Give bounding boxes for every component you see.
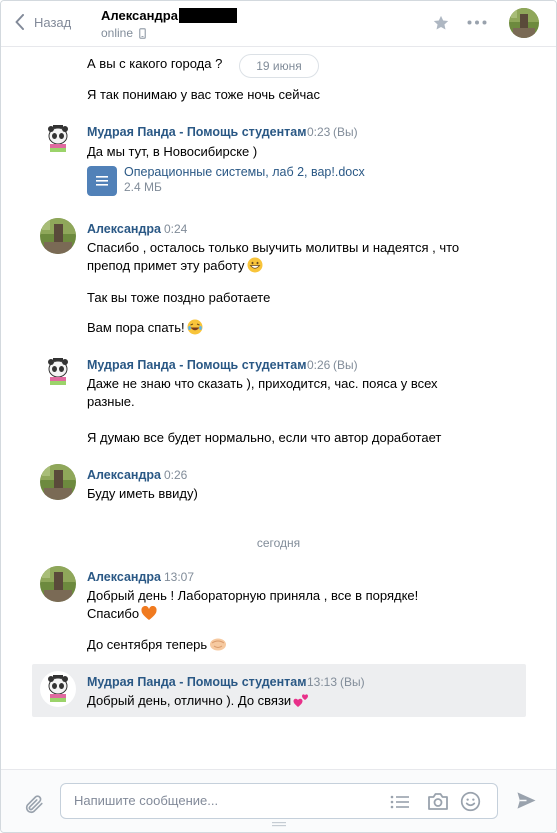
- date-separator: сегодня: [256, 536, 301, 550]
- message-line: препод примет эту работу: [87, 258, 245, 273]
- grinning-emoji-icon: [247, 257, 263, 273]
- message-time[interactable]: 13:13: [307, 675, 337, 689]
- template-list-icon[interactable]: [390, 794, 410, 810]
- mobile-icon: [139, 27, 146, 39]
- message-text: Добрый день ! Лабораторную приняла , все…: [87, 588, 419, 603]
- message-text: До сентября теперь: [87, 636, 227, 653]
- selected-message[interactable]: [32, 664, 526, 717]
- message-author[interactable]: Мудрая Панда - Помощь студентам: [87, 675, 306, 689]
- message-time[interactable]: 0:24: [164, 222, 187, 236]
- message-author[interactable]: Александра: [87, 570, 161, 584]
- message-text: разные.: [87, 394, 135, 409]
- message-text: Так вы тоже поздно работаете: [87, 290, 271, 305]
- attachment-size: 2.4 МБ: [124, 180, 162, 194]
- message-time[interactable]: 0:26: [164, 468, 187, 482]
- message-line: Спасибо: [87, 606, 140, 621]
- contact-message-avatar[interactable]: [40, 566, 76, 602]
- star-icon[interactable]: [432, 14, 450, 32]
- message-author[interactable]: Александра: [87, 468, 161, 482]
- panda-avatar[interactable]: [40, 671, 76, 707]
- message-line: До сентября теперь: [87, 637, 208, 652]
- message-author[interactable]: Мудрая Панда - Помощь студентам: [87, 358, 306, 372]
- camera-icon[interactable]: [427, 792, 449, 811]
- resize-grip-icon[interactable]: [271, 821, 287, 827]
- message-time[interactable]: 0:26: [307, 358, 330, 372]
- message-text: Я думаю все будет нормально, если что ав…: [87, 430, 442, 445]
- status-text: online: [101, 26, 134, 40]
- back-label: Назад: [34, 14, 72, 30]
- message-line: Вам пора спать!: [87, 320, 185, 335]
- message-text: Даже не знаю что сказать ), приходится, …: [87, 376, 438, 391]
- panda-avatar[interactable]: [40, 121, 76, 157]
- message-text: Добрый день, отлично ). До связи: [87, 692, 309, 709]
- contact-message-avatar[interactable]: [40, 218, 76, 254]
- own-message-mark: (Вы): [340, 675, 365, 689]
- send-icon[interactable]: [516, 791, 537, 810]
- document-icon[interactable]: [87, 166, 117, 196]
- laughing-tears-emoji-icon: [187, 319, 203, 335]
- contact-message-avatar[interactable]: [40, 464, 76, 500]
- own-message-mark: (Вы): [333, 125, 358, 139]
- contact-name[interactable]: Александра: [101, 8, 237, 23]
- message-input-box: [60, 783, 498, 819]
- message-text: Да мы тут, в Новосибирске ): [87, 144, 258, 159]
- paperclip-icon[interactable]: [23, 793, 45, 815]
- message-input[interactable]: [74, 793, 374, 808]
- message-text: препод примет эту работу: [87, 257, 263, 274]
- back-button[interactable]: Назад: [15, 14, 71, 30]
- contact-status: online: [101, 26, 146, 40]
- message-author[interactable]: Мудрая Панда - Помощь студентам: [87, 125, 306, 139]
- message-text: Буду иметь ввиду): [87, 486, 198, 501]
- orange-heart-icon: [141, 606, 157, 620]
- panda-avatar[interactable]: [40, 354, 76, 390]
- chat-window: Назад Александра online 19 июня А вы с к…: [0, 0, 557, 833]
- message-time[interactable]: 0:23: [307, 125, 330, 139]
- message-author[interactable]: Александра: [87, 222, 161, 236]
- emoji-icon[interactable]: [460, 791, 481, 812]
- chevron-left-icon: [15, 14, 24, 30]
- two-hearts-icon: [293, 694, 309, 707]
- attachment-name[interactable]: Операционные системы, лаб 2, вар!.docx: [124, 165, 365, 179]
- message-line: Добрый день, отлично ). До связи: [87, 693, 292, 708]
- own-message-mark: (Вы): [333, 358, 358, 372]
- message-text: Вам пора спать!: [87, 319, 203, 336]
- message-text: Спасибо , осталось только выучить молитв…: [87, 240, 460, 255]
- message-text: А вы с какого города ?: [87, 56, 223, 71]
- message-time[interactable]: 13:07: [164, 570, 194, 584]
- more-icon[interactable]: [467, 20, 487, 25]
- message-text: Спасибо: [87, 605, 157, 622]
- contact-avatar[interactable]: [509, 8, 539, 38]
- handshake-icon: [210, 638, 227, 651]
- contact-name-text: Александра: [101, 8, 178, 23]
- chat-header: Назад Александра online: [1, 1, 556, 47]
- date-badge: 19 июня: [239, 54, 319, 78]
- redaction-bar: [178, 8, 237, 23]
- message-text: Я так понимаю у вас тоже ночь сейчас: [87, 87, 320, 102]
